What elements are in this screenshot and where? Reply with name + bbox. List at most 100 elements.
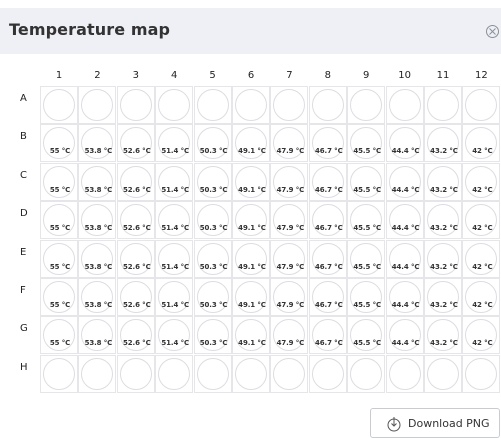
plate-well-cell[interactable] — [232, 86, 270, 124]
plate-well-cell[interactable]: 42 °C — [462, 278, 501, 316]
plate-well-cell[interactable] — [385, 86, 424, 124]
plate-well-cell[interactable]: 51.4 °C — [155, 316, 194, 355]
plate-well-cell[interactable]: 43.2 °C — [424, 239, 462, 278]
plate-well-cell[interactable]: 55 °C — [40, 124, 78, 163]
plate-well-cell[interactable]: 51.4 °C — [155, 278, 194, 316]
plate-well-cell[interactable] — [385, 354, 424, 393]
plate-well-cell[interactable] — [462, 354, 501, 393]
plate-well-cell[interactable]: 46.7 °C — [308, 239, 347, 278]
plate-well-cell[interactable]: 44.4 °C — [385, 316, 424, 355]
plate-well-cell[interactable]: 42 °C — [462, 316, 501, 355]
plate-well-cell[interactable]: 52.6 °C — [116, 239, 155, 278]
plate-well-cell[interactable]: 49.1 °C — [232, 124, 270, 163]
plate-well-cell[interactable]: 49.1 °C — [232, 162, 270, 201]
plate-well-cell[interactable] — [462, 86, 501, 124]
plate-well-cell[interactable]: 47.9 °C — [270, 162, 309, 201]
plate-well-cell[interactable] — [40, 354, 78, 393]
plate-well-cell[interactable]: 44.4 °C — [385, 239, 424, 278]
plate-well-cell[interactable]: 51.4 °C — [155, 162, 194, 201]
plate-well-cell[interactable]: 50.3 °C — [193, 201, 232, 240]
plate-well-cell[interactable] — [232, 354, 270, 393]
plate-well-cell[interactable]: 50.3 °C — [193, 239, 232, 278]
plate-well-cell[interactable]: 51.4 °C — [155, 124, 194, 163]
row-header: A — [20, 93, 27, 104]
plate-well-cell[interactable]: 42 °C — [462, 239, 501, 278]
plate-well-cell[interactable]: 47.9 °C — [270, 124, 309, 163]
plate-well-cell[interactable] — [155, 354, 194, 393]
plate-well-cell[interactable]: 45.5 °C — [347, 239, 386, 278]
plate-well-cell[interactable] — [193, 354, 232, 393]
plate-well-cell[interactable]: 44.4 °C — [385, 162, 424, 201]
plate-well-cell[interactable]: 44.4 °C — [385, 278, 424, 316]
plate-well-cell[interactable]: 46.7 °C — [308, 124, 347, 163]
plate-well-cell[interactable]: 55 °C — [40, 278, 78, 316]
plate-well-cell[interactable] — [308, 354, 347, 393]
plate-well-cell[interactable]: 52.6 °C — [116, 162, 155, 201]
plate-well-cell[interactable]: 49.1 °C — [232, 201, 270, 240]
plate-well-cell[interactable]: 43.2 °C — [424, 124, 462, 163]
plate-well-cell[interactable]: 53.8 °C — [78, 239, 117, 278]
plate-well-cell[interactable]: 49.1 °C — [232, 316, 270, 355]
plate-well-cell[interactable] — [424, 86, 462, 124]
plate-well-cell[interactable] — [193, 86, 232, 124]
plate-well-cell[interactable]: 49.1 °C — [232, 278, 270, 316]
plate-well-cell[interactable]: 50.3 °C — [193, 124, 232, 163]
well-temperature: 51.4 °C — [161, 301, 190, 309]
plate-well-cell[interactable]: 53.8 °C — [78, 124, 117, 163]
plate-well-cell[interactable]: 52.6 °C — [116, 316, 155, 355]
plate-well-cell[interactable]: 45.5 °C — [347, 162, 386, 201]
plate-well-cell[interactable]: 50.3 °C — [193, 278, 232, 316]
plate-well-cell[interactable]: 55 °C — [40, 162, 78, 201]
plate-well-cell[interactable] — [116, 86, 155, 124]
plate-well-cell[interactable] — [347, 354, 386, 393]
plate-well-cell[interactable]: 47.9 °C — [270, 316, 309, 355]
plate-well-cell[interactable]: 42 °C — [462, 201, 501, 240]
plate-well-cell[interactable]: 53.8 °C — [78, 316, 117, 355]
plate-well-cell[interactable]: 45.5 °C — [347, 201, 386, 240]
plate-well-cell[interactable]: 43.2 °C — [424, 162, 462, 201]
plate-well-cell[interactable]: 53.8 °C — [78, 162, 117, 201]
plate-well-cell[interactable]: 55 °C — [40, 316, 78, 355]
plate-well-cell[interactable]: 52.6 °C — [116, 278, 155, 316]
well-temperature: 44.4 °C — [391, 224, 420, 233]
plate-well-cell[interactable]: 52.6 °C — [116, 124, 155, 163]
plate-well-cell[interactable] — [116, 354, 155, 393]
plate-well-cell[interactable]: 55 °C — [40, 239, 78, 278]
plate-well-cell[interactable]: 51.4 °C — [155, 201, 194, 240]
plate-well-cell[interactable] — [347, 86, 386, 124]
plate-well-cell[interactable]: 42 °C — [462, 124, 501, 163]
plate-well-cell[interactable]: 43.2 °C — [424, 278, 462, 316]
plate-well-cell[interactable]: 52.6 °C — [116, 201, 155, 240]
plate-well-cell[interactable]: 44.4 °C — [385, 124, 424, 163]
plate-well-cell[interactable]: 44.4 °C — [385, 201, 424, 240]
plate-well-cell[interactable] — [270, 86, 309, 124]
plate-well-cell[interactable]: 50.3 °C — [193, 316, 232, 355]
close-button[interactable] — [486, 25, 499, 38]
plate-well-cell[interactable]: 45.5 °C — [347, 124, 386, 163]
plate-well-cell[interactable]: 45.5 °C — [347, 278, 386, 316]
plate-well-cell[interactable] — [308, 86, 347, 124]
plate-well-cell[interactable]: 46.7 °C — [308, 316, 347, 355]
plate-well-cell[interactable]: 46.7 °C — [308, 162, 347, 201]
plate-well-cell[interactable] — [40, 86, 78, 124]
plate-well-cell[interactable]: 51.4 °C — [155, 239, 194, 278]
plate-well-cell[interactable]: 55 °C — [40, 201, 78, 240]
plate-well-cell[interactable]: 53.8 °C — [78, 201, 117, 240]
plate-well-cell[interactable]: 47.9 °C — [270, 201, 309, 240]
plate-well-cell[interactable]: 47.9 °C — [270, 278, 309, 316]
plate-well-cell[interactable]: 46.7 °C — [308, 278, 347, 316]
plate-well-cell[interactable]: 49.1 °C — [232, 239, 270, 278]
plate-well-cell[interactable]: 43.2 °C — [424, 316, 462, 355]
plate-well-cell[interactable]: 46.7 °C — [308, 201, 347, 240]
plate-well-cell[interactable]: 50.3 °C — [193, 162, 232, 201]
plate-well-cell[interactable] — [78, 86, 117, 124]
plate-well-cell[interactable] — [270, 354, 309, 393]
plate-well-cell[interactable]: 43.2 °C — [424, 201, 462, 240]
plate-well-cell[interactable] — [155, 86, 194, 124]
plate-well-cell[interactable]: 53.8 °C — [78, 278, 117, 316]
plate-well-cell[interactable] — [78, 354, 117, 393]
plate-well-cell[interactable]: 42 °C — [462, 162, 501, 201]
plate-well-cell[interactable]: 47.9 °C — [270, 239, 309, 278]
plate-well-cell[interactable] — [424, 354, 462, 393]
plate-well-cell[interactable]: 45.5 °C — [347, 316, 386, 355]
